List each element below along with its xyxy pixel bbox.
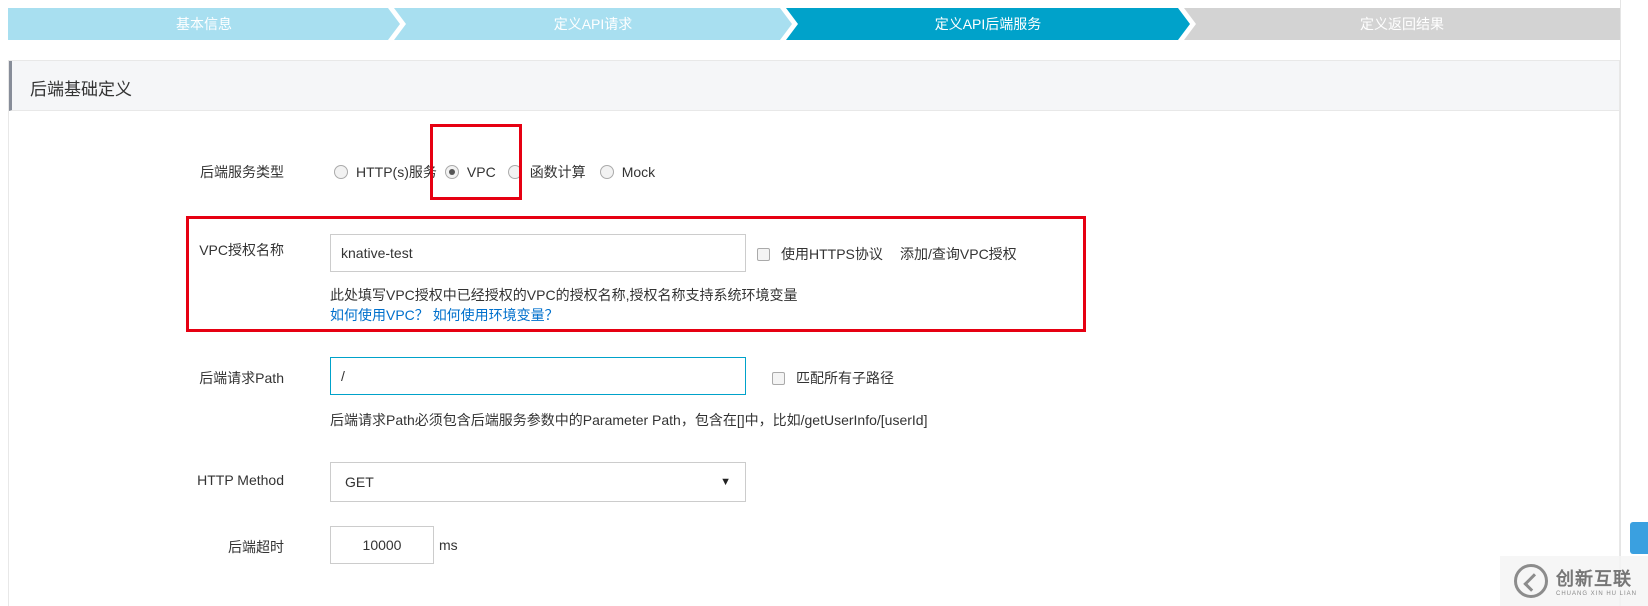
how-to-use-env-link[interactable]: 如何使用环境变量？ (433, 307, 559, 323)
vpc-auth-name-input[interactable]: knative-test (330, 234, 746, 272)
step-label: 定义API后端服务 (934, 16, 1042, 32)
step-define-backend-service[interactable]: 定义API后端服务 (786, 8, 1190, 40)
timeout-input[interactable]: 10000 (330, 526, 434, 564)
backend-basic-section: 后端基础定义 (8, 60, 1620, 606)
http-method-select[interactable]: GET ▼ (330, 462, 746, 502)
watermark-main: 创新互联 (1556, 569, 1632, 589)
timeout-label: 后端超时 (228, 539, 284, 555)
radio-vpc[interactable]: VPC (444, 164, 496, 180)
step-define-response[interactable]: 定义返回结果 (1184, 8, 1620, 40)
vpc-hint: 此处填写VPC授权中已经授权的VPC的授权名称,授权名称支持系统环境变量 (330, 287, 798, 303)
checkbox-icon (757, 247, 770, 261)
radio-http[interactable]: HTTP(s)服务 (334, 162, 437, 182)
radio-circle-icon (334, 165, 348, 179)
https-checkbox[interactable]: 使用HTTPS协议 (757, 244, 883, 264)
backend-path-label: 后端请求Path (199, 370, 284, 386)
feedback-tab[interactable] (1630, 522, 1648, 554)
step-label: 基本信息 (176, 16, 232, 32)
vpc-help-links: 如何使用VPC？ 如何使用环境变量？ (330, 305, 559, 325)
path-hint: 后端请求Path必须包含后端服务参数中的Parameter Path，包含在[]… (330, 412, 928, 428)
radio-circle-icon (507, 165, 522, 179)
radio-function-compute[interactable]: 函数计算 (507, 162, 586, 182)
watermark: 创新互联 CHUANG XIN HU LIAN (1500, 556, 1648, 606)
watermark-sub: CHUANG XIN HU LIAN (1556, 591, 1638, 597)
backend-path-input[interactable]: / (330, 357, 746, 395)
add-vpc-auth-link[interactable]: 添加/查询VPC授权 (900, 244, 1017, 264)
step-label: 定义返回结果 (1360, 16, 1444, 32)
match-subpath-checkbox[interactable]: 匹配所有子路径 (772, 368, 894, 388)
http-method-label: HTTP Method (197, 472, 284, 488)
checkbox-icon (772, 371, 785, 385)
page-right-border (1620, 0, 1621, 606)
radio-checked-icon (444, 165, 459, 179)
radio-circle-icon (599, 165, 614, 179)
step-define-api-request[interactable]: 定义API请求 (394, 8, 792, 40)
vpc-auth-label: VPC授权名称 (199, 242, 284, 258)
caret-down-icon: ▼ (720, 476, 731, 488)
wizard-steps: 基本信息 定义API请求 定义API后端服务 定义返回结果 (8, 8, 1620, 40)
brand-logo-icon (1514, 564, 1548, 598)
section-header: 后端基础定义 (9, 61, 1619, 111)
backend-type-radio-group: HTTP(s)服务 VPC 函数计算 Mock (334, 160, 669, 184)
radio-mock[interactable]: Mock (599, 164, 655, 180)
backend-type-label: 后端服务类型 (200, 164, 284, 180)
step-basic-info[interactable]: 基本信息 (8, 8, 400, 40)
http-method-value: GET (345, 474, 374, 490)
how-to-use-vpc-link[interactable]: 如何使用VPC？ (330, 307, 429, 323)
step-label: 定义API请求 (553, 16, 633, 32)
section-title: 后端基础定义 (30, 80, 132, 99)
timeout-unit: ms (439, 537, 458, 553)
